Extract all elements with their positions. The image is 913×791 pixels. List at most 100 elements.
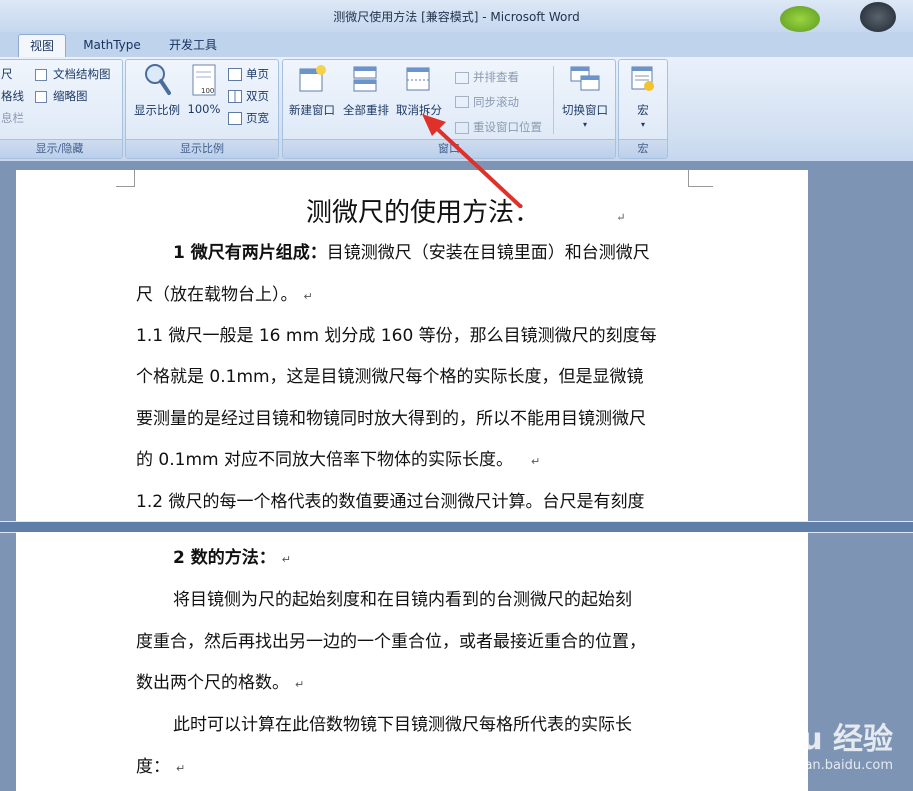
paragraph-text: 1.2 微尺的每一个格代表的数值要通过台测微尺计算。台尺是有刻度 bbox=[136, 492, 645, 512]
one-page-icon bbox=[228, 68, 242, 81]
paragraph-mark: ↵ bbox=[530, 455, 541, 468]
reset-window-position-button[interactable]: 重设窗口位置 bbox=[473, 119, 542, 135]
paragraph-text: 此时可以计算在此倍数物镜下目镜测微尺每格所代表的实际长 bbox=[173, 715, 632, 735]
reset-position-icon bbox=[455, 122, 469, 134]
paragraph-line: 1 微尺有两片组成：目镜测微尺（安装在目镜里面）和台测微尺 bbox=[173, 238, 650, 263]
document-page-bottom-pane[interactable]: 2 数的方法： ↵ 将目镜侧为尺的起始刻度和在目镜内看到的台测微尺的起始刻 度重合… bbox=[16, 532, 808, 791]
macros-icon bbox=[631, 66, 654, 91]
view-side-by-side-button[interactable]: 并排查看 bbox=[473, 69, 519, 85]
group-label-zoom: 显示比例 bbox=[126, 139, 278, 158]
zoom-button[interactable]: 显示比例 bbox=[130, 62, 184, 122]
paragraph-line: 度： ↵ bbox=[136, 752, 185, 777]
paragraph-line: 1.1 微尺一般是 16 mm 划分成 160 等份，那么目镜测微尺的刻度每 bbox=[136, 321, 657, 346]
new-window-icon bbox=[299, 65, 326, 92]
paragraph-bold-lead: 2 数的方法： bbox=[173, 548, 276, 568]
document-map-label[interactable]: 文档结构图 bbox=[53, 66, 111, 82]
switch-windows-label: 切换窗口 bbox=[562, 103, 608, 117]
one-page-button[interactable]: 单页 bbox=[246, 66, 269, 82]
document-heading-text: 测微尺的使用方法： bbox=[306, 198, 541, 228]
watermark-url: jingyan.baidu.com bbox=[773, 758, 893, 773]
tab-developer[interactable]: 开发工具 bbox=[158, 34, 228, 56]
paragraph-line: 个格就是 0.1mm，这是目镜测微尺每个格的实际长度，但是显微镜 bbox=[136, 362, 644, 387]
paragraph-line: 此时可以计算在此倍数物镜下目镜测微尺每格所代表的实际长 bbox=[173, 710, 632, 735]
thumbnails-label[interactable]: 缩略图 bbox=[53, 88, 88, 104]
zoom-100-label: 100% bbox=[187, 102, 221, 116]
paragraph-text: 要测量的是经过目镜和物镜同时放大得到的，所以不能用目镜测微尺 bbox=[136, 409, 646, 429]
title-bar: 测微尺使用方法 [兼容模式] - Microsoft Word bbox=[0, 0, 913, 32]
desktop-icon-dark bbox=[860, 2, 896, 32]
paragraph-mark: ↵ bbox=[176, 762, 186, 775]
switch-windows-icon bbox=[570, 66, 600, 91]
paragraph-line: 2 数的方法： ↵ bbox=[173, 543, 291, 568]
paragraph-line: 1.2 微尺的每一个格代表的数值要通过台测微尺计算。台尺是有刻度 bbox=[136, 487, 644, 512]
paragraph-text: 将目镜侧为尺的起始刻度和在目镜内看到的台测微尺的起始刻 bbox=[173, 590, 632, 610]
new-window-label: 新建窗口 bbox=[289, 103, 335, 117]
macros-button[interactable]: 宏 ▾ bbox=[621, 62, 665, 134]
window-title: 测微尺使用方法 [兼容模式] - Microsoft Word bbox=[333, 10, 580, 24]
page-width-icon bbox=[228, 112, 242, 125]
group-show-hide: 尺 格线 息栏 文档结构图 缩略图 显示/隐藏 bbox=[0, 59, 123, 159]
chevron-down-icon: ▾ bbox=[640, 120, 645, 129]
page-100-icon: 100 bbox=[192, 64, 216, 96]
remove-split-icon bbox=[406, 67, 430, 91]
thumbnails-checkbox[interactable] bbox=[35, 91, 47, 103]
group-separator bbox=[553, 66, 554, 134]
paragraph-text: 个格就是 0.1mm，这是目镜测微尺每个格的实际长度，但是显微镜 bbox=[136, 367, 644, 387]
paragraph-text: 尺（放在载物台上）。 bbox=[136, 285, 298, 305]
paragraph-mark: ↵ bbox=[303, 290, 313, 303]
group-macros: 宏 ▾ 宏 bbox=[618, 59, 668, 159]
paragraph-line: 的 0.1mm 对应不同放大倍率下物体的实际长度。 ↵ bbox=[136, 445, 540, 470]
ruler-checkbox-label[interactable]: 尺 bbox=[1, 66, 13, 82]
desktop-icon-green bbox=[780, 6, 820, 32]
two-pages-icon bbox=[228, 90, 242, 103]
ribbon-tabs: 视图 MathType 开发工具 bbox=[0, 32, 913, 58]
document-area[interactable]: 测微尺的使用方法： ↵ 1 微尺有两片组成：目镜测微尺（安装在目镜里面）和台测微… bbox=[0, 161, 913, 791]
group-label-window: 窗口 bbox=[283, 139, 615, 158]
group-zoom: 显示比例 100 100% 单页 双页 页宽 显示比例 bbox=[125, 59, 279, 159]
document-map-checkbox[interactable] bbox=[35, 69, 47, 81]
paragraph-line: 要测量的是经过目镜和物镜同时放大得到的，所以不能用目镜测微尺 bbox=[136, 404, 646, 429]
watermark-logo: Bai du 经验 bbox=[715, 722, 893, 757]
arrange-all-icon bbox=[353, 66, 377, 92]
paragraph-mark: ↵ bbox=[295, 678, 305, 691]
paragraph-text: 数出两个尺的格数。 bbox=[136, 673, 289, 693]
macros-label: 宏 bbox=[637, 103, 649, 117]
magnifier-icon bbox=[145, 64, 171, 95]
sync-scroll-icon bbox=[455, 96, 469, 108]
tab-view[interactable]: 视图 bbox=[18, 34, 66, 57]
tab-mathtype[interactable]: MathType bbox=[72, 34, 152, 56]
paragraph-bold-lead: 1 微尺有两片组成： bbox=[173, 243, 327, 263]
side-by-side-icon bbox=[455, 72, 469, 84]
paragraph-line: 将目镜侧为尺的起始刻度和在目镜内看到的台测微尺的起始刻 bbox=[173, 585, 632, 610]
document-heading: 测微尺的使用方法： ↵ bbox=[306, 192, 626, 229]
page-width-button[interactable]: 页宽 bbox=[246, 110, 269, 126]
ribbon: 尺 格线 息栏 文档结构图 缩略图 显示/隐藏 显示比例 100 100% 单页… bbox=[0, 57, 913, 162]
document-page-top-pane[interactable]: 测微尺的使用方法： ↵ 1 微尺有两片组成：目镜测微尺（安装在目镜里面）和台测微… bbox=[16, 170, 808, 521]
paragraph-text: 1.1 微尺一般是 16 mm 划分成 160 等份，那么目镜测微尺的刻度每 bbox=[136, 326, 657, 346]
message-bar-checkbox-label[interactable]: 息栏 bbox=[1, 110, 24, 126]
paragraph-line: 尺（放在载物台上）。 ↵ bbox=[136, 280, 313, 305]
remove-split-button[interactable]: 取消拆分 bbox=[393, 62, 445, 122]
switch-windows-button[interactable]: 切换窗口 ▾ bbox=[557, 62, 613, 134]
margin-corner-mark bbox=[688, 170, 713, 187]
two-pages-button[interactable]: 双页 bbox=[246, 88, 269, 104]
gridlines-checkbox-label[interactable]: 格线 bbox=[1, 88, 24, 104]
paragraph-text: 目镜测微尺（安装在目镜里面）和台测微尺 bbox=[326, 243, 650, 263]
arrange-all-label: 全部重排 bbox=[343, 103, 389, 117]
margin-corner-mark bbox=[116, 170, 135, 187]
group-label-show-hide: 显示/隐藏 bbox=[0, 139, 122, 158]
zoom-button-label: 显示比例 bbox=[134, 103, 180, 117]
synchronous-scrolling-button[interactable]: 同步滚动 bbox=[473, 94, 519, 110]
arrange-all-button[interactable]: 全部重排 bbox=[339, 62, 393, 122]
paragraph-mark: ↵ bbox=[281, 553, 291, 566]
baidu-jingyan-watermark: Bai du 经验 jingyan.baidu.com bbox=[716, 714, 893, 773]
paragraph-text: 度： bbox=[136, 757, 170, 777]
paragraph-mark: ↵ bbox=[616, 211, 626, 224]
remove-split-label: 取消拆分 bbox=[396, 103, 442, 117]
new-window-button[interactable]: 新建窗口 bbox=[285, 62, 339, 122]
paragraph-line: 数出两个尺的格数。 ↵ bbox=[136, 668, 304, 693]
page-100-icon-text: 100 bbox=[201, 87, 214, 95]
paragraph-line: 度重合，然后再找出另一边的一个重合位，或者最接近重合的位置， bbox=[136, 627, 646, 652]
paragraph-text: 度重合，然后再找出另一边的一个重合位，或者最接近重合的位置， bbox=[136, 632, 646, 652]
zoom-100-button[interactable]: 100 100% bbox=[184, 62, 224, 122]
